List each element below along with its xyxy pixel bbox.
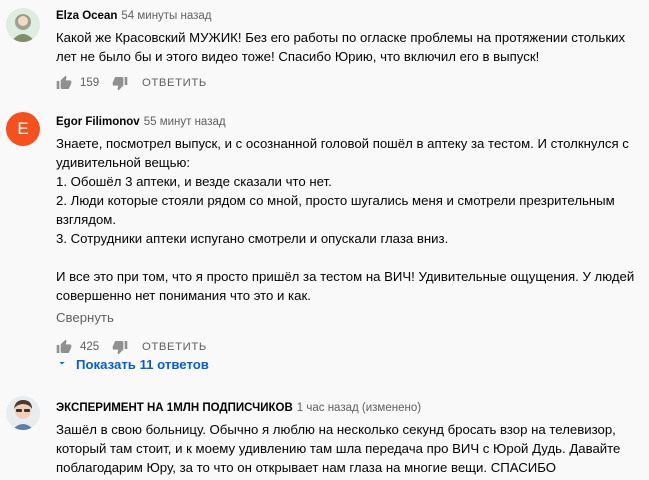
dislike-icon[interactable]	[112, 75, 128, 91]
comment-actions: 425 ОТВЕТИТЬ	[56, 337, 207, 357]
timestamp[interactable]: 54 минуты назад	[121, 10, 211, 22]
avatar-egor-filimonov[interactable]: E	[6, 112, 40, 146]
comment-text: Какой же Красовский МУЖИК! Без его работ…	[56, 30, 626, 64]
timestamp[interactable]: 1 час назад (изменено)	[297, 402, 421, 414]
like-count: 425	[80, 341, 100, 353]
reply-button[interactable]: ОТВЕТИТЬ	[142, 77, 207, 89]
collapse-button[interactable]: Свернуть	[56, 308, 114, 327]
comment-header: ЭКСПЕРИМЕНТ НА 1МЛН ПОДПИСЧИКОВ 1 час наз…	[56, 400, 643, 416]
comment-actions: 159 ОТВЕТИТЬ	[56, 73, 207, 93]
author-name[interactable]: Egor Filimonov	[56, 116, 140, 128]
avatar-elza-ocean[interactable]	[6, 8, 40, 42]
comment-header: Egor Filimonov 55 минут назад	[56, 114, 643, 130]
author-name[interactable]: Elza Ocean	[56, 10, 117, 22]
show-replies-label: Показать 11 ответов	[76, 357, 209, 372]
reply-button[interactable]: ОТВЕТИТЬ	[142, 341, 207, 353]
person-avatar-icon	[6, 8, 40, 42]
avatar-letter: E	[17, 119, 29, 138]
like-icon[interactable]	[56, 339, 72, 355]
comment-header: Elza Ocean 54 минуты назад	[56, 8, 643, 24]
like-count: 159	[80, 77, 100, 89]
show-replies-button[interactable]: Показать 11 ответов	[56, 357, 209, 372]
comment-text: Знаете, посмотрел выпуск, и с осознанной…	[56, 136, 635, 303]
person-avatar-icon	[6, 396, 40, 430]
like-icon[interactable]	[56, 75, 72, 91]
timestamp[interactable]: 55 минут назад	[144, 116, 226, 128]
avatar-experiment[interactable]	[6, 396, 40, 430]
comment-3: ЭКСПЕРИМЕНТ НА 1МЛН ПОДПИСЧИКОВ 1 час наз…	[0, 390, 649, 480]
comment-2: E Egor Filimonov 55 минут назад Знаете, п…	[0, 106, 649, 386]
author-name[interactable]: ЭКСПЕРИМЕНТ НА 1МЛН ПОДПИСЧИКОВ	[56, 402, 293, 414]
chevron-down-icon	[56, 357, 68, 372]
comment-1: Elza Ocean 54 минуты назад Какой же Красо…	[0, 0, 649, 100]
dislike-icon[interactable]	[112, 339, 128, 355]
comment-text: Зашёл в свою больницу. Обычно я люблю на…	[56, 422, 621, 475]
